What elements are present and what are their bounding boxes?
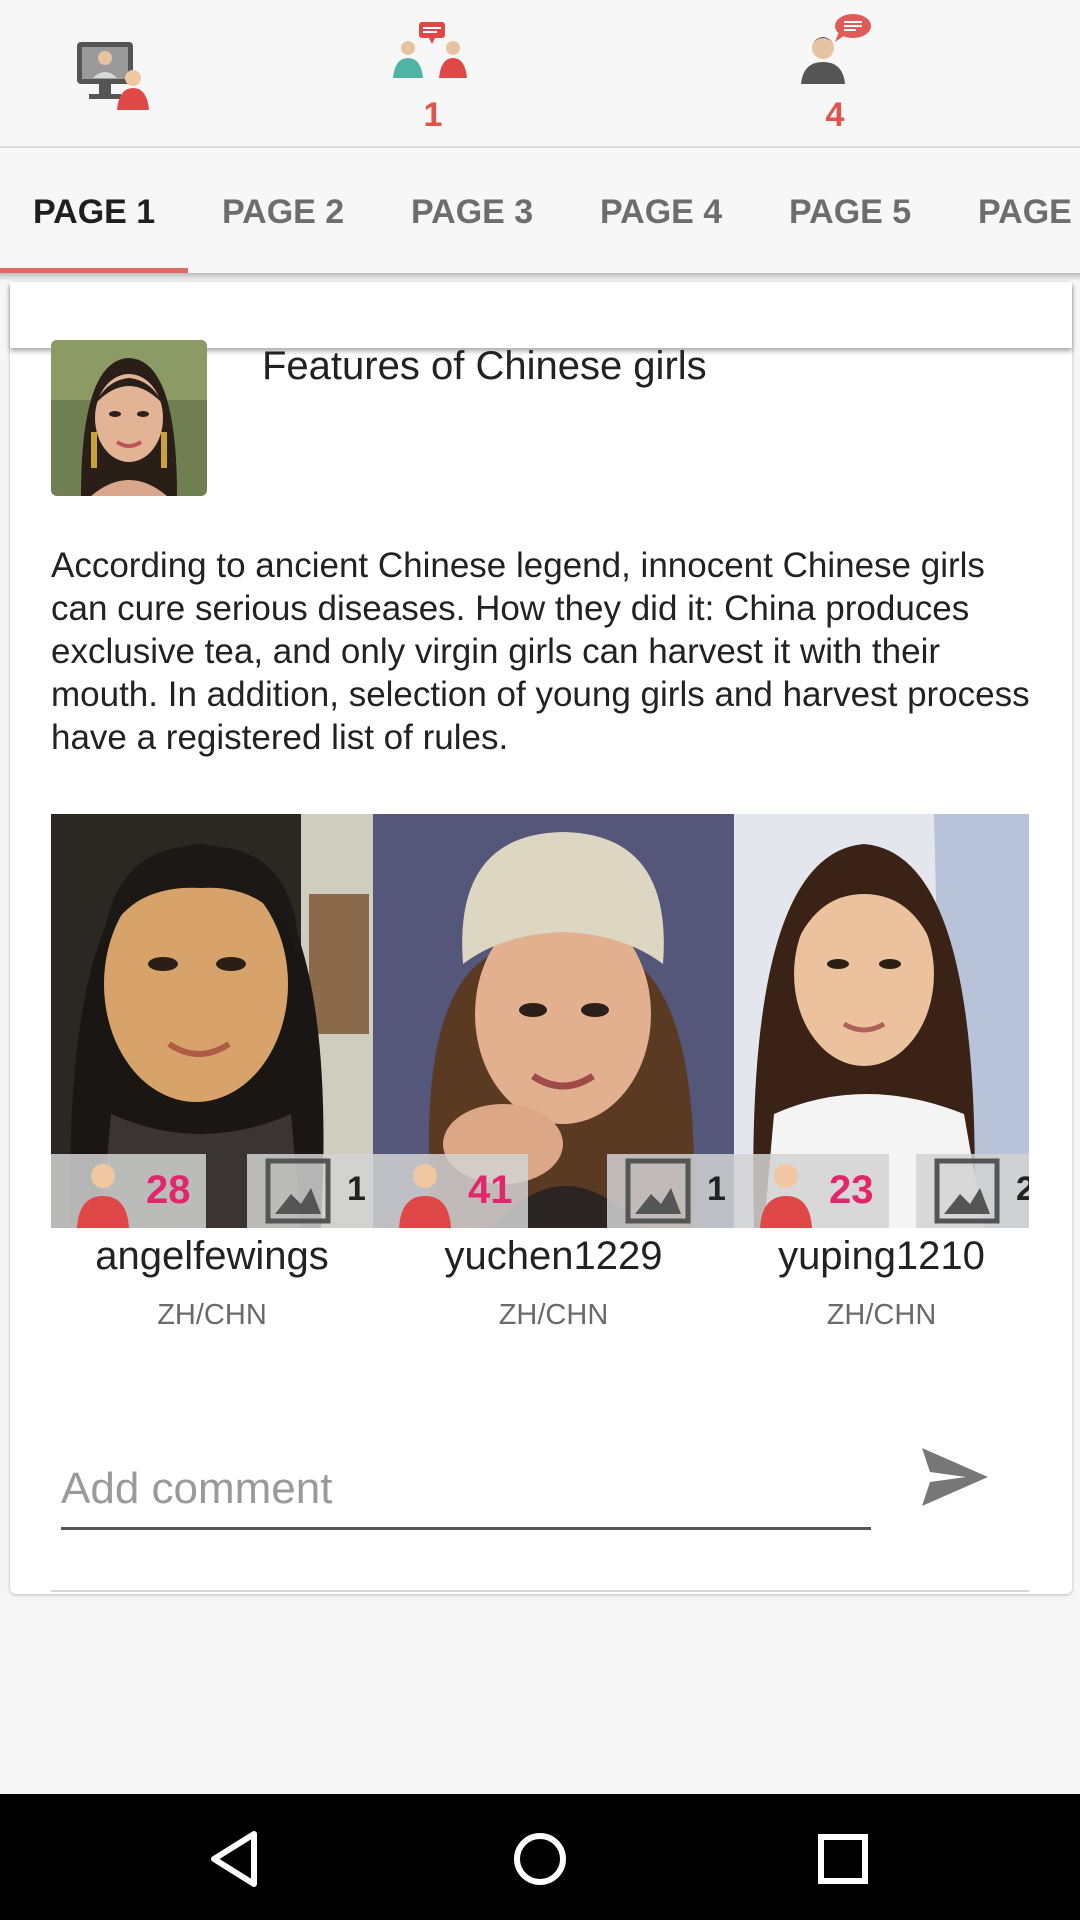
photos-value: 1 bbox=[707, 1170, 726, 1208]
recents-icon bbox=[818, 1834, 868, 1884]
tab-shadow bbox=[0, 273, 1080, 281]
profile-country: ZH/CHN bbox=[498, 1299, 609, 1331]
image-icon bbox=[625, 1158, 691, 1224]
messages-count: 4 bbox=[825, 96, 845, 134]
photos-badge: 2 bbox=[916, 1154, 1029, 1228]
age-badge: 23 bbox=[734, 1154, 889, 1228]
tab-page-2[interactable]: PAGE 2 bbox=[222, 150, 344, 274]
post-body: According to ancient Chinese legend, inn… bbox=[51, 546, 1030, 757]
age-badge: 28 bbox=[51, 1154, 206, 1228]
people-chat-icon bbox=[393, 22, 467, 78]
video-chat-button[interactable] bbox=[25, 0, 205, 148]
back-button[interactable] bbox=[200, 1824, 270, 1894]
profile-username: yuchen1229 bbox=[444, 1234, 663, 1278]
back-icon bbox=[211, 1831, 257, 1887]
profile-username: angelfewings bbox=[95, 1234, 329, 1278]
tab-page-6[interactable]: PAGE bbox=[978, 150, 1072, 274]
post-title: Features of Chinese girls bbox=[262, 344, 707, 388]
profile-country: ZH/CHN bbox=[157, 1299, 267, 1331]
profile-card[interactable]: 28 1 angelfewings ZH/CHN bbox=[51, 814, 387, 1340]
age-value: 28 bbox=[146, 1168, 191, 1212]
comment-input[interactable] bbox=[61, 1450, 871, 1530]
chats-count: 1 bbox=[423, 96, 443, 134]
post-author-avatar[interactable] bbox=[51, 340, 207, 496]
photos-value: 1 bbox=[347, 1170, 366, 1208]
image-icon bbox=[934, 1158, 1000, 1224]
send-button[interactable] bbox=[918, 1440, 992, 1514]
home-icon bbox=[514, 1833, 566, 1885]
card-header-strip bbox=[10, 282, 1072, 348]
video-chat-icon bbox=[77, 42, 149, 110]
profile-username: yuping1210 bbox=[778, 1234, 985, 1278]
person-icon bbox=[760, 1164, 812, 1228]
photos-badge: 1 bbox=[247, 1154, 387, 1228]
person-icon bbox=[399, 1164, 451, 1228]
image-icon bbox=[265, 1158, 331, 1224]
profile-card[interactable]: 41 1 yuchen1229 ZH/CHN bbox=[373, 814, 734, 1340]
age-badge: 41 bbox=[373, 1154, 528, 1228]
profile-carousel[interactable]: 28 1 angelfewings ZH/CHN 41 1 yuchen1229… bbox=[51, 814, 1029, 1340]
messages-button[interactable]: 4 bbox=[745, 0, 925, 148]
page-tabs: PAGE 1 PAGE 2 PAGE 3 PAGE 4 PAGE 5 PAGE bbox=[0, 150, 1080, 274]
age-value: 41 bbox=[468, 1168, 513, 1212]
photos-value: 2 bbox=[1016, 1170, 1029, 1208]
tab-page-4[interactable]: PAGE 4 bbox=[600, 150, 722, 274]
profile-card[interactable]: 23 2 yuping1210 ZH/CHN bbox=[734, 814, 1029, 1340]
home-button[interactable] bbox=[505, 1824, 575, 1894]
tab-page-5[interactable]: PAGE 5 bbox=[789, 150, 911, 274]
tab-page-3[interactable]: PAGE 3 bbox=[411, 150, 533, 274]
card-divider bbox=[51, 1590, 1029, 1592]
top-bar: 1 4 bbox=[0, 0, 1080, 148]
recents-button[interactable] bbox=[808, 1824, 878, 1894]
age-value: 23 bbox=[829, 1168, 874, 1212]
profile-country: ZH/CHN bbox=[826, 1299, 937, 1331]
system-nav-bar bbox=[0, 1794, 1080, 1920]
photos-badge: 1 bbox=[607, 1154, 734, 1228]
person-message-icon bbox=[801, 14, 871, 84]
chats-button[interactable]: 1 bbox=[343, 0, 523, 148]
tab-page-1[interactable]: PAGE 1 bbox=[33, 150, 155, 274]
send-icon bbox=[922, 1448, 988, 1506]
person-icon bbox=[77, 1164, 129, 1228]
